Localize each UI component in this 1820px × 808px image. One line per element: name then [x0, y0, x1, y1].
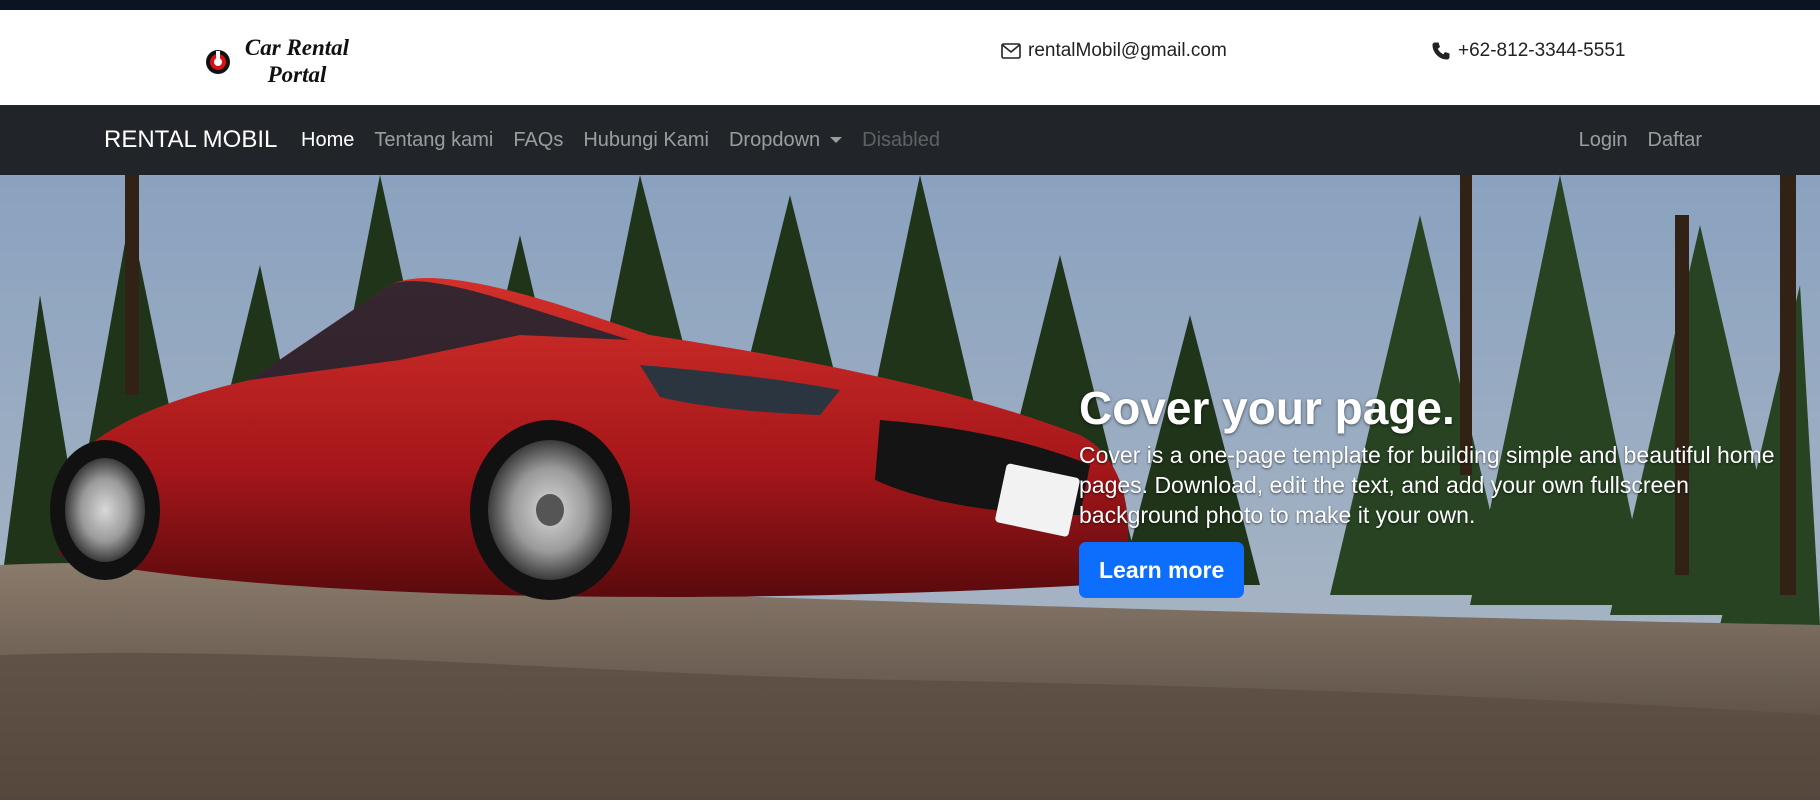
contact-phone[interactable]: +62-812-3344-5551 [1431, 40, 1625, 62]
page-bottom [0, 800, 1820, 808]
nav-link-disabled: Disabled [862, 128, 940, 151]
hero-section: Cover your page. Cover is a one-page tem… [0, 175, 1820, 800]
envelope-icon [1001, 43, 1021, 59]
caret-down-icon [830, 137, 843, 143]
logo-text-line1: Car Rental [244, 35, 350, 60]
logo-text: Car Rental Portal [232, 34, 362, 88]
nav-link-hubungi-kami[interactable]: Hubungi Kami [573, 129, 719, 152]
main-navbar: RENTAL MOBIL Home Tentang kami FAQs Hubu… [0, 105, 1820, 175]
contact-email[interactable]: rentalMobil@gmail.com [1001, 40, 1227, 62]
nav-link-tentang-kami[interactable]: Tentang kami [364, 129, 503, 152]
navbar-brand[interactable]: RENTAL MOBIL [104, 105, 277, 175]
daftar-link[interactable]: Daftar [1638, 129, 1712, 152]
learn-more-button[interactable]: Learn more [1079, 542, 1245, 598]
nav-auth-links: Login Daftar [1569, 105, 1712, 175]
phone-icon [1432, 42, 1450, 60]
site-logo[interactable]: Car Rental Portal [204, 34, 364, 88]
nav-dropdown-label: Dropdown [728, 128, 821, 151]
nav-dropdown-toggle[interactable]: Dropdown [719, 129, 852, 152]
car-rental-logo-mark-icon [206, 50, 230, 74]
nav-link-faqs[interactable]: FAQs [503, 129, 573, 152]
login-link[interactable]: Login [1569, 129, 1638, 152]
info-bar: Car Rental Portal rentalMobil@gmail.com … [0, 10, 1820, 105]
contact-phone-text: +62-812-3344-5551 [1458, 40, 1626, 61]
hero-lead: Cover is a one-page template for buildin… [1079, 442, 1775, 528]
logo-text-line2: Portal [267, 62, 327, 87]
nav-link-home[interactable]: Home [291, 129, 364, 152]
top-strip [0, 0, 1820, 10]
nav-links: Home Tentang kami FAQs Hubungi Kami Drop… [291, 105, 950, 175]
hero-content: Cover your page. Cover is a one-page tem… [1079, 380, 1799, 598]
contact-email-text: rentalMobil@gmail.com [1028, 40, 1227, 61]
hero-title: Cover your page. [1079, 382, 1455, 434]
